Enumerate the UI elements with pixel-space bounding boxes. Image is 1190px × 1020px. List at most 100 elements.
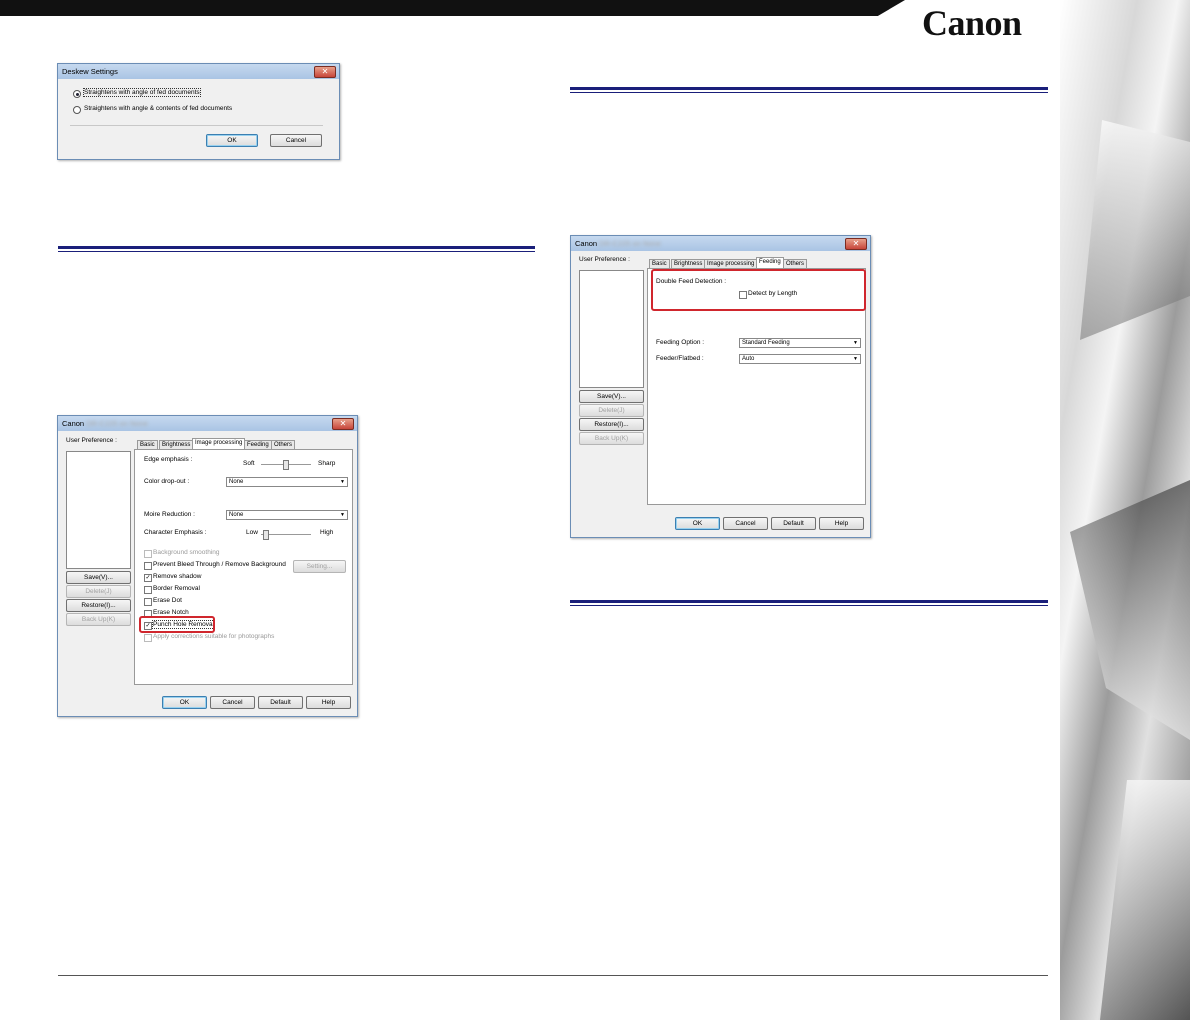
select-value: None	[229, 512, 244, 518]
color-dropout-select[interactable]: None ▼	[226, 477, 348, 487]
save-button[interactable]: Save(V)...	[66, 571, 131, 584]
chevron-down-icon: ▼	[340, 479, 345, 485]
chevron-down-icon: ▼	[853, 340, 858, 346]
delete-button[interactable]: Delete(J)	[579, 404, 644, 417]
slider-max-label: Sharp	[318, 460, 336, 467]
select-value: Standard Feeding	[742, 340, 790, 346]
edge-emphasis-label: Edge emphasis :	[144, 456, 193, 463]
moire-reduction-select[interactable]: None ▼	[226, 510, 348, 520]
user-preference-list[interactable]	[579, 270, 644, 388]
tab-image-processing[interactable]: Image processing	[704, 259, 758, 268]
slider-min-label: Low	[246, 529, 258, 536]
color-dropout-label: Color drop-out :	[144, 478, 190, 485]
checkbox-label: Prevent Bleed Through / Remove Backgroun…	[153, 561, 286, 568]
default-button[interactable]: Default	[258, 696, 303, 709]
tab-basic[interactable]: Basic	[137, 440, 158, 449]
footer-rule	[58, 975, 1048, 976]
select-value: Auto	[742, 356, 755, 362]
delete-button[interactable]: Delete(J)	[66, 585, 131, 598]
tab-strip: Basic Brightness Image processing Feedin…	[137, 438, 352, 449]
ok-button[interactable]: OK	[206, 134, 258, 147]
select-value: None	[229, 479, 244, 485]
setting-button[interactable]: Setting...	[293, 560, 346, 573]
save-button[interactable]: Save(V)...	[579, 390, 644, 403]
feeding-option-label: Feeding Option :	[656, 339, 705, 346]
model-name-redacted: DR-C225 on None	[599, 239, 661, 248]
checkbox-apply-photo-corrections[interactable]	[144, 634, 152, 642]
dialog-title: Canon	[575, 239, 598, 248]
tab-strip: Basic Brightness Image processing Feedin…	[649, 257, 864, 268]
dialog-title: Canon	[62, 419, 85, 428]
divider	[70, 125, 323, 126]
restore-button[interactable]: Restore(I)...	[66, 599, 131, 612]
tab-brightness[interactable]: Brightness	[671, 259, 706, 268]
feeder-flatbed-select[interactable]: Auto ▼	[739, 354, 861, 364]
backup-button[interactable]: Back Up(K)	[579, 432, 644, 445]
slider-max-label: High	[320, 529, 334, 536]
backup-button[interactable]: Back Up(K)	[66, 613, 131, 626]
restore-button[interactable]: Restore(I)...	[579, 418, 644, 431]
close-icon[interactable]: ✕	[845, 238, 867, 250]
header-bar	[0, 0, 905, 16]
deskew-settings-dialog: Deskew Settings ✕ Straightens with angle…	[57, 63, 340, 160]
radio-angle-fed[interactable]	[73, 90, 81, 98]
tab-image-processing[interactable]: Image processing	[192, 438, 246, 449]
chevron-down-icon: ▼	[853, 356, 858, 362]
checkbox-label: Erase Notch	[153, 609, 189, 616]
section-rule	[58, 246, 535, 252]
slider-thumb[interactable]	[283, 460, 289, 470]
highlight-box	[139, 616, 215, 633]
close-icon[interactable]: ✕	[314, 66, 336, 78]
help-button[interactable]: Help	[819, 517, 864, 530]
cancel-button[interactable]: Cancel	[270, 134, 322, 147]
feeding-option-select[interactable]: Standard Feeding ▼	[739, 338, 861, 348]
checkbox-border-removal[interactable]	[144, 586, 152, 594]
cancel-button[interactable]: Cancel	[210, 696, 255, 709]
option-label: Straightens with angle & contents of fed…	[84, 105, 233, 112]
image-processing-dialog: Canon DR-C225 on None ✕ User Preference …	[57, 415, 358, 717]
checkbox-remove-shadow[interactable]: ✓	[144, 574, 152, 582]
tab-panel: Double Feed Detection : Detect by Length…	[647, 268, 866, 505]
slider-min-label: Soft	[243, 460, 255, 467]
dialog-title: Deskew Settings	[62, 67, 118, 76]
canon-logo: Canon	[922, 3, 1022, 43]
radio-angle-contents[interactable]	[73, 106, 81, 114]
tab-others[interactable]: Others	[783, 259, 808, 268]
tab-others[interactable]: Others	[271, 440, 296, 449]
default-button[interactable]: Default	[771, 517, 816, 530]
user-preference-label: User Preference :	[579, 256, 630, 263]
dialog-titlebar: Canon DR-C225 on None ✕	[58, 416, 357, 431]
checkbox-erase-dot[interactable]	[144, 598, 152, 606]
checkbox-label: Detect by Length	[748, 290, 798, 297]
model-name-redacted: DR-C225 on None	[86, 419, 148, 428]
double-feed-detection-label: Double Feed Detection :	[656, 278, 727, 285]
option-label: Straightens with angle of fed documents	[83, 88, 201, 97]
tab-feeding[interactable]: Feeding	[756, 257, 784, 268]
close-icon[interactable]: ✕	[332, 418, 354, 430]
tab-panel: Edge emphasis : Soft Sharp Color drop-ou…	[134, 449, 353, 685]
user-preference-list[interactable]	[66, 451, 131, 569]
dialog-titlebar: Canon DR-C225 on None ✕	[571, 236, 870, 251]
slider-thumb[interactable]	[263, 530, 269, 540]
tab-feeding[interactable]: Feeding	[244, 440, 272, 449]
feeder-flatbed-label: Feeder/Flatbed :	[656, 355, 704, 362]
section-rule	[570, 87, 1048, 93]
character-emphasis-label: Character Emphasis :	[144, 529, 207, 536]
ok-button[interactable]: OK	[162, 696, 207, 709]
cancel-button[interactable]: Cancel	[723, 517, 768, 530]
feeding-dialog: Canon DR-C225 on None ✕ User Preference …	[570, 235, 871, 538]
checkbox-label: Border Removal	[153, 585, 200, 592]
checkbox-label: Erase Dot	[153, 597, 182, 604]
checkbox-label: Background smoothing	[153, 549, 220, 556]
section-rule	[570, 600, 1048, 606]
checkbox-prevent-bleed-through[interactable]	[144, 562, 152, 570]
help-button[interactable]: Help	[306, 696, 351, 709]
ok-button[interactable]: OK	[675, 517, 720, 530]
tab-brightness[interactable]: Brightness	[159, 440, 194, 449]
checkbox-detect-by-length[interactable]	[739, 291, 747, 299]
tab-basic[interactable]: Basic	[649, 259, 670, 268]
moire-reduction-label: Moire Reduction :	[144, 511, 195, 518]
dialog-titlebar: Deskew Settings ✕	[58, 64, 339, 79]
user-preference-label: User Preference :	[66, 437, 117, 444]
checkbox-background-smoothing[interactable]	[144, 550, 152, 558]
